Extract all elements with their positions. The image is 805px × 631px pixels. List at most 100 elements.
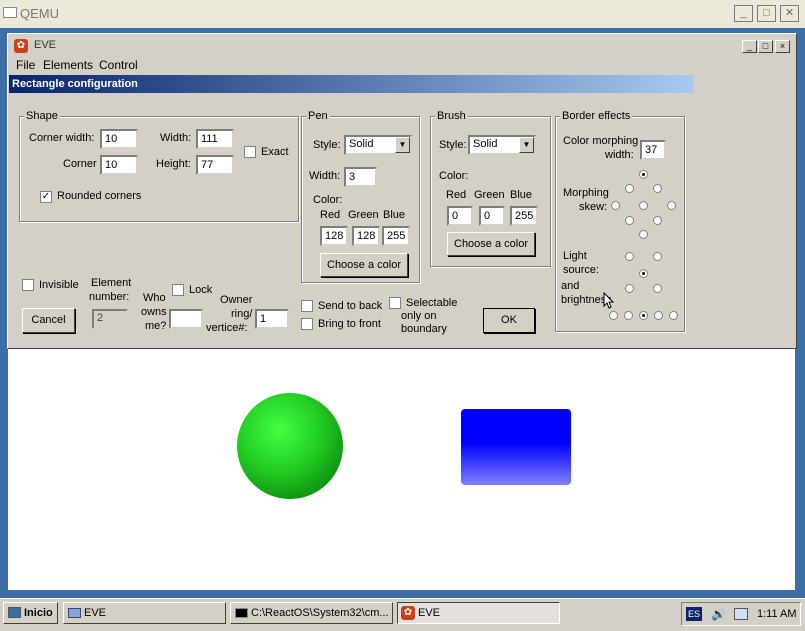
brush-style-select[interactable]: Solid ▼ [468,135,536,155]
brush-blue-input[interactable] [510,206,538,226]
brightness-label: and [561,280,580,292]
light-radio[interactable] [653,252,662,261]
cancel-button[interactable]: Cancel [22,308,75,333]
blue-rectangle[interactable] [461,409,571,485]
who-owns-input[interactable] [169,309,203,329]
dialog-title: Rectangle configuration [9,75,694,93]
pen-width-label: Width: [309,170,341,182]
rounded-corners-label: Rounded corners [57,190,142,202]
brush-choose-color-button[interactable]: Choose a color [447,232,535,256]
menu-file[interactable]: File [16,58,35,72]
light-radio[interactable] [625,284,634,293]
maximize-button[interactable]: □ [757,5,776,22]
pen-green-input[interactable] [352,226,380,246]
network-icon[interactable] [734,608,748,620]
width-label: Width: [160,132,192,144]
lock-checkbox[interactable] [172,284,184,296]
send-to-back-checkbox[interactable] [301,300,313,312]
menu-elements[interactable]: Elements [43,58,93,72]
qemu-title-bar: QEMU _ □ ✕ [0,0,805,29]
brush-blue-label: Blue [510,189,533,201]
chevron-down-icon: ▼ [519,137,534,153]
corner-width-input[interactable] [100,129,138,149]
bring-to-front-label: Bring to front [318,318,381,330]
skew-label-2: skew: [579,201,608,213]
skew-radio[interactable] [639,170,648,179]
volume-icon[interactable]: 🔊 [711,607,726,621]
pen-group-label: Pen [306,110,330,122]
pen-choose-color-button[interactable]: Choose a color [320,253,408,277]
brush-red-label: Red [446,189,467,201]
skew-radio[interactable] [625,216,634,225]
owner-ring-input[interactable] [255,309,289,329]
shape-group-label: Shape [24,110,60,122]
brightness-radio[interactable] [609,311,618,320]
skew-radio[interactable] [611,201,620,210]
eve-minimize-button[interactable]: _ [742,40,757,53]
corner-width-label: Corner width: [29,132,95,144]
pen-green-label: Green [348,209,379,221]
light-radio[interactable] [639,269,648,278]
qemu-title: QEMU [20,6,59,21]
skew-radio[interactable] [653,216,662,225]
morph-width-label: Color morphing [563,135,639,147]
skew-radio[interactable] [625,184,634,193]
morph-width-input[interactable] [640,140,666,160]
pen-blue-label: Blue [383,209,406,221]
brightness-radio[interactable] [639,311,648,320]
taskbar-item-eve-app[interactable]: ✿ EVE [397,602,560,624]
element-number-field: 2 [92,309,128,329]
light-radio[interactable] [653,284,662,293]
skew-radio[interactable] [639,230,648,239]
menu-control[interactable]: Control [99,58,138,72]
clock[interactable]: 1:11 AM [757,608,797,620]
language-indicator[interactable]: ES [686,607,702,621]
taskbar-item-cmd[interactable]: C:\ReactOS\System32\cm... [230,602,393,624]
brightness-radio[interactable] [669,311,678,320]
chevron-down-icon: ▼ [395,137,410,153]
brush-style-value: Solid [473,138,498,150]
border-effects-label: Border effects [560,110,633,122]
skew-radio[interactable] [639,201,648,210]
minimize-button[interactable]: _ [734,5,753,22]
width-input[interactable] [196,129,234,149]
eve-canvas[interactable] [8,347,795,590]
skew-radio[interactable] [667,201,676,210]
morph-width-label-2: width: [605,149,634,161]
exact-checkbox[interactable] [244,146,256,158]
who-owns-label-2: owns [141,306,167,318]
invisible-label: Invisible [39,279,79,291]
pen-red-label: Red [320,209,341,221]
brightness-radio[interactable] [654,311,663,320]
pen-red-input[interactable] [320,226,348,246]
start-button[interactable]: Inicio [3,602,58,624]
rounded-corners-checkbox[interactable]: ✓ [40,191,52,203]
corner-input[interactable] [100,155,138,175]
brush-green-input[interactable] [479,206,505,226]
selectable-boundary-checkbox[interactable] [389,297,401,309]
pen-blue-input[interactable] [382,226,410,246]
skew-label: Morphing [563,187,609,199]
skew-radio[interactable] [653,184,662,193]
eve-logo-icon: ✿ [401,606,415,620]
eve-title-bar: ✿ EVE _ □ × [10,36,794,56]
bring-to-front-checkbox[interactable] [301,318,313,330]
invisible-checkbox[interactable] [22,279,34,291]
send-to-back-label: Send to back [318,300,383,312]
height-input[interactable] [196,155,234,175]
light-radio[interactable] [625,252,634,261]
ok-button[interactable]: OK [483,308,535,333]
owner-ring-label-2: ring/ [231,308,253,320]
brush-red-input[interactable] [447,206,473,226]
brightness-radio[interactable] [624,311,633,320]
taskbar-item-eve-folder[interactable]: EVE [63,602,226,624]
eve-maximize-button[interactable]: □ [758,40,773,53]
terminal-icon [235,608,248,618]
system-tray: ES 🔊 1:11 AM [681,602,801,626]
pen-style-select[interactable]: Solid ▼ [344,135,412,155]
light-source-label-2: source: [563,264,600,276]
eve-close-button[interactable]: × [775,40,790,53]
pen-width-input[interactable] [344,167,377,187]
close-button[interactable]: ✕ [780,5,799,22]
green-circle[interactable] [237,393,343,499]
